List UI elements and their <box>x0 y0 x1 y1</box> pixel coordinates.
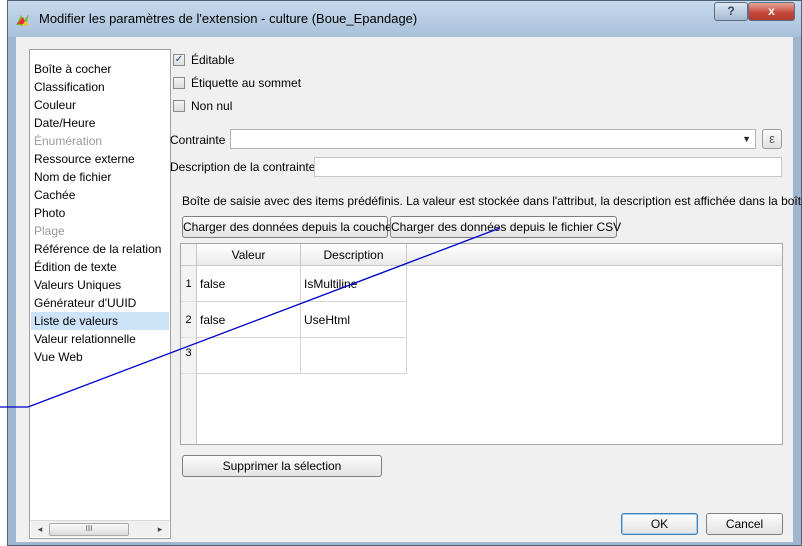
expression-icon: ε <box>769 131 775 146</box>
column-header-value[interactable]: Valeur <box>197 244 301 266</box>
table-cell-description[interactable]: IsMultiline <box>301 266 407 302</box>
constraint-combobox[interactable]: ▼ <box>230 129 756 149</box>
load-from-layer-button[interactable]: Charger des données depuis la couche <box>182 216 392 238</box>
title-bar[interactable]: Modifier les paramètres de l'extension -… <box>8 1 801 37</box>
widget-type-item[interactable]: Cachée <box>31 186 169 204</box>
remove-selection-button[interactable]: Supprimer la sélection <box>182 455 382 477</box>
column-header-description[interactable]: Description <box>301 244 407 266</box>
widget-type-item[interactable]: Édition de texte <box>31 258 169 276</box>
value-map-hint: Boîte de saisie avec des items prédéfini… <box>182 194 802 208</box>
row-header[interactable]: 2 <box>181 302 197 338</box>
not-null-checkbox[interactable] <box>173 100 185 112</box>
window-title: Modifier les paramètres de l'extension -… <box>39 11 418 26</box>
widget-type-item[interactable]: Ressource externe <box>31 150 169 168</box>
widget-type-item[interactable]: Référence de la relation <box>31 240 169 258</box>
table-cell-description[interactable] <box>301 338 407 374</box>
label-on-top-label: Étiquette au sommet <box>191 76 302 90</box>
widget-type-item[interactable]: Liste de valeurs <box>31 312 169 330</box>
table-cell-value[interactable]: false <box>197 266 301 302</box>
editable-checkbox[interactable]: ✓ <box>173 54 185 66</box>
scroll-left-icon[interactable]: ◂ <box>33 522 47 536</box>
dropdown-arrow-icon[interactable]: ▼ <box>742 134 751 144</box>
table-cell-description[interactable]: UseHtml <box>301 302 407 338</box>
qgis-app-icon <box>16 14 30 26</box>
expression-button[interactable]: ε <box>762 129 782 149</box>
constraint-label: Contrainte <box>170 133 226 147</box>
editable-label: Éditable <box>191 53 235 67</box>
close-icon: x <box>768 4 775 18</box>
widget-type-item[interactable]: Boîte à cocher <box>31 60 169 78</box>
load-from-csv-button[interactable]: Charger des données depuis le fichier CS… <box>390 216 621 238</box>
dialog-body: Boîte à cocher Classification Couleur Date/… <box>16 37 802 542</box>
widget-type-item[interactable]: Plage <box>31 222 169 240</box>
cancel-button[interactable]: Cancel <box>706 513 783 535</box>
widget-type-list[interactable]: Boîte à cocher Classification Couleur Date/… <box>29 49 171 539</box>
widget-type-item[interactable]: Nom de fichier <box>31 168 169 186</box>
row-header[interactable]: 1 <box>181 266 197 302</box>
row-header[interactable]: 3 <box>181 338 197 374</box>
scroll-right-icon[interactable]: ▸ <box>153 522 167 536</box>
value-map-table[interactable]: Valeur Description 1 false IsMultiline 2… <box>180 243 783 445</box>
ok-button[interactable]: OK <box>621 513 698 535</box>
widget-type-item[interactable]: Photo <box>31 204 169 222</box>
table-cell-value[interactable] <box>197 338 301 374</box>
widget-type-item[interactable]: Vue Web <box>31 348 169 366</box>
widget-type-item[interactable]: Classification <box>31 78 169 96</box>
label-on-top-checkbox[interactable] <box>173 77 185 89</box>
widget-type-item[interactable]: Date/Heure <box>31 114 169 132</box>
dialog-window: Modifier les paramètres de l'extension -… <box>7 0 802 546</box>
help-icon: ? <box>727 4 735 18</box>
scrollbar-thumb[interactable]: III <box>49 523 129 536</box>
not-null-label: Non nul <box>191 99 233 113</box>
close-button[interactable]: x <box>748 2 795 21</box>
table-cell-value[interactable]: false <box>197 302 301 338</box>
constraint-description-input[interactable] <box>314 157 782 177</box>
constraint-description-label: Description de la contrainte <box>170 160 316 174</box>
widget-type-item[interactable]: Valeur relationnelle <box>31 330 169 348</box>
horizontal-scrollbar[interactable]: ◂ III ▸ <box>31 520 169 537</box>
table-corner[interactable] <box>181 244 197 266</box>
widget-type-item[interactable]: Générateur d'UUID <box>31 294 169 312</box>
widget-type-item[interactable]: Valeurs Uniques <box>31 276 169 294</box>
widget-type-item[interactable]: Énumération <box>31 132 169 150</box>
widget-type-item[interactable]: Couleur <box>31 96 169 114</box>
help-button[interactable]: ? <box>714 2 748 21</box>
